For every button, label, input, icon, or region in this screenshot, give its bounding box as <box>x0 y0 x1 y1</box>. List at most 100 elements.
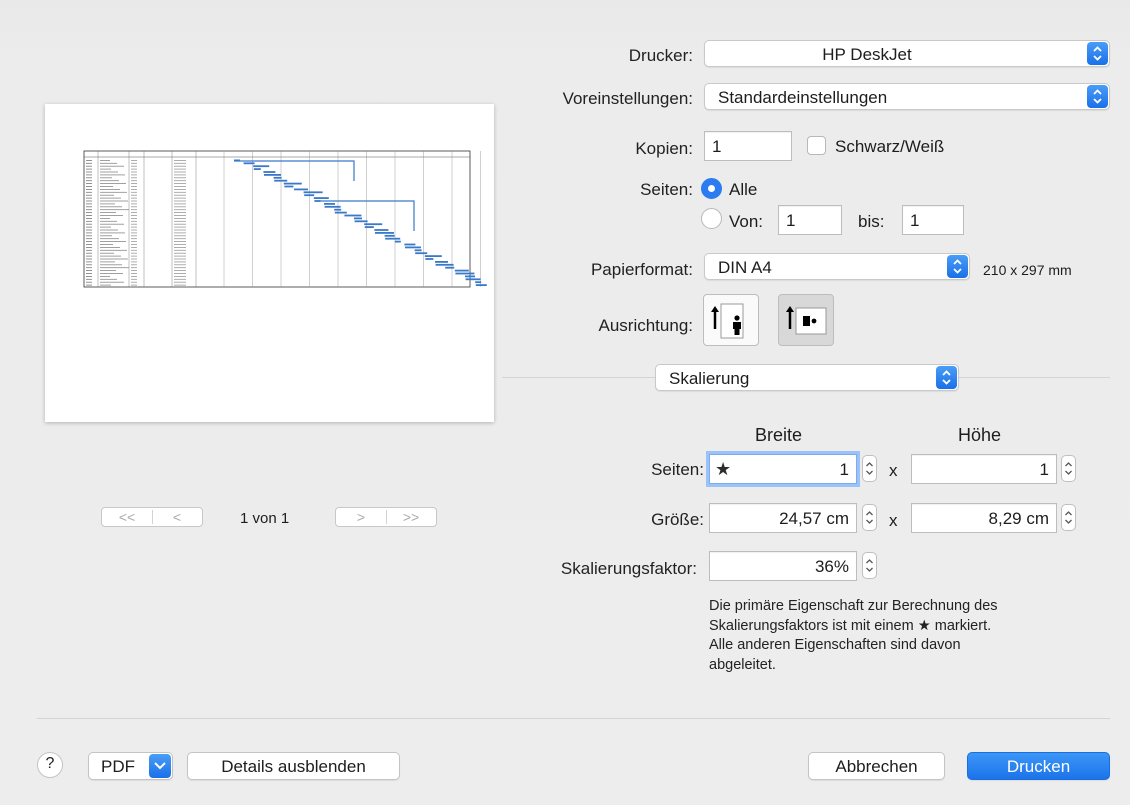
pdf-menu-button[interactable]: PDF <box>88 752 173 780</box>
gantt-row-text <box>131 255 137 257</box>
gantt-row-text <box>100 278 117 280</box>
pages-range-radio[interactable] <box>701 208 722 229</box>
gantt-frame <box>83 150 471 288</box>
pages-height-field[interactable]: 1 <box>911 454 1057 484</box>
chevron-down-icon <box>149 754 171 778</box>
pages-width-stepper[interactable] <box>862 455 877 482</box>
gantt-row-text <box>174 284 186 286</box>
gantt-row-text <box>100 174 125 176</box>
gantt-row-text <box>100 212 116 213</box>
gantt-row-text <box>131 191 137 193</box>
gantt-bar <box>303 191 323 194</box>
scaling-factor-field[interactable]: 36% <box>709 551 857 581</box>
gantt-row-text <box>86 220 92 222</box>
copies-label: Kopien: <box>635 139 693 158</box>
info-line: Skalierungsfaktors ist mit einem ★ marki… <box>709 617 992 634</box>
gantt-row-text <box>86 276 92 277</box>
gantt-bar <box>435 263 454 266</box>
gantt-row-text <box>100 235 112 237</box>
next-page-button[interactable]: > <box>336 509 386 525</box>
print-preview-page <box>45 104 494 422</box>
pages-to-field[interactable]: 1 <box>902 205 964 235</box>
copies-field[interactable]: 1 <box>704 131 792 161</box>
gantt-row-text <box>174 191 186 193</box>
pages-all-label: Alle <box>729 180 758 199</box>
gantt-row-text <box>86 200 92 202</box>
gantt-row-text <box>174 186 186 187</box>
printer-popup[interactable]: HP DeskJet <box>704 40 1110 67</box>
gantt-bar <box>274 179 288 182</box>
gantt-bar <box>475 281 482 284</box>
gantt-row-text <box>86 203 92 205</box>
gantt-bar <box>424 255 442 257</box>
gantt-row-text <box>131 209 137 211</box>
gantt-row-text <box>131 261 137 263</box>
gantt-bar <box>435 261 448 263</box>
hide-details-button[interactable]: Details ausblenden <box>187 752 400 780</box>
gantt-row-text <box>86 278 92 280</box>
gantt-row-text <box>100 183 126 184</box>
preview-nav-back-group[interactable]: << < <box>101 507 203 527</box>
pages-from-field[interactable]: 1 <box>778 205 842 235</box>
gantt-bar <box>364 223 383 226</box>
print-button[interactable]: Drucken <box>967 752 1110 780</box>
paper-popup[interactable]: DIN A4 <box>704 253 970 280</box>
gantt-row-text <box>86 267 92 269</box>
times-sign: x <box>889 511 898 530</box>
size-height-stepper[interactable] <box>1061 504 1076 531</box>
gantt-bar <box>324 203 335 205</box>
gantt-row-text <box>174 267 186 269</box>
gantt-row-text <box>100 191 127 193</box>
gantt-row-text <box>100 281 124 283</box>
scaling-pages-label: Seiten: <box>651 460 704 479</box>
gantt-row-text <box>86 215 92 216</box>
gantt-bar <box>375 232 394 234</box>
gantt-row-text <box>174 270 186 271</box>
presets-popup[interactable]: Standardeinstellungen <box>704 83 1110 110</box>
gantt-bar <box>334 211 347 214</box>
gantt-row-text <box>100 284 111 286</box>
cancel-button[interactable]: Abbrechen <box>808 752 945 780</box>
last-page-button[interactable]: >> <box>386 509 436 525</box>
gantt-row-text <box>100 160 110 161</box>
gantt-row-text <box>174 174 186 176</box>
gantt-row-text <box>174 273 186 274</box>
gantt-row-text <box>86 273 92 274</box>
gantt-row-text <box>100 209 129 211</box>
gantt-row-text <box>174 218 186 219</box>
gantt-row-text <box>86 183 92 184</box>
gantt-row-text <box>174 241 186 242</box>
size-width-field[interactable]: 24,57 cm <box>709 503 857 533</box>
gantt-bar <box>465 275 475 278</box>
gantt-row-text <box>86 223 92 225</box>
landscape-orientation-button[interactable] <box>778 294 834 346</box>
bw-checkbox[interactable] <box>807 136 826 155</box>
gantt-row-text <box>100 218 110 219</box>
portrait-orientation-button[interactable] <box>703 294 759 346</box>
prev-page-button[interactable]: < <box>152 509 202 525</box>
gantt-row-text <box>131 244 137 245</box>
gantt-row-text <box>86 249 92 251</box>
gantt-row-text <box>100 244 113 245</box>
pages-width-field[interactable]: ★ 1 <box>709 454 857 484</box>
scaling-factor-stepper[interactable] <box>862 552 877 579</box>
gantt-row-text <box>86 255 92 257</box>
pages-all-radio[interactable] <box>701 178 722 199</box>
size-height-field[interactable]: 8,29 cm <box>911 503 1057 533</box>
updown-arrows-icon <box>1087 85 1108 108</box>
help-button[interactable]: ? <box>37 752 63 778</box>
preview-nav-forward-group[interactable]: > >> <box>335 507 437 527</box>
gantt-bar <box>445 266 455 269</box>
gantt-bar <box>354 217 362 220</box>
first-page-button[interactable]: << <box>102 509 152 525</box>
size-width-stepper[interactable] <box>862 504 877 531</box>
scaling-info-text: Die primäre Eigenschaft zur Berechnung d… <box>709 597 998 675</box>
paper-label: Papierformat: <box>590 260 693 279</box>
gantt-row-text <box>100 177 112 179</box>
pages-height-stepper[interactable] <box>1061 455 1076 482</box>
gantt-row-text <box>100 165 124 167</box>
gantt-row-text <box>174 165 186 167</box>
gantt-row-text <box>86 264 92 266</box>
section-popup[interactable]: Skalierung <box>655 364 959 391</box>
gantt-row-text <box>86 209 92 211</box>
